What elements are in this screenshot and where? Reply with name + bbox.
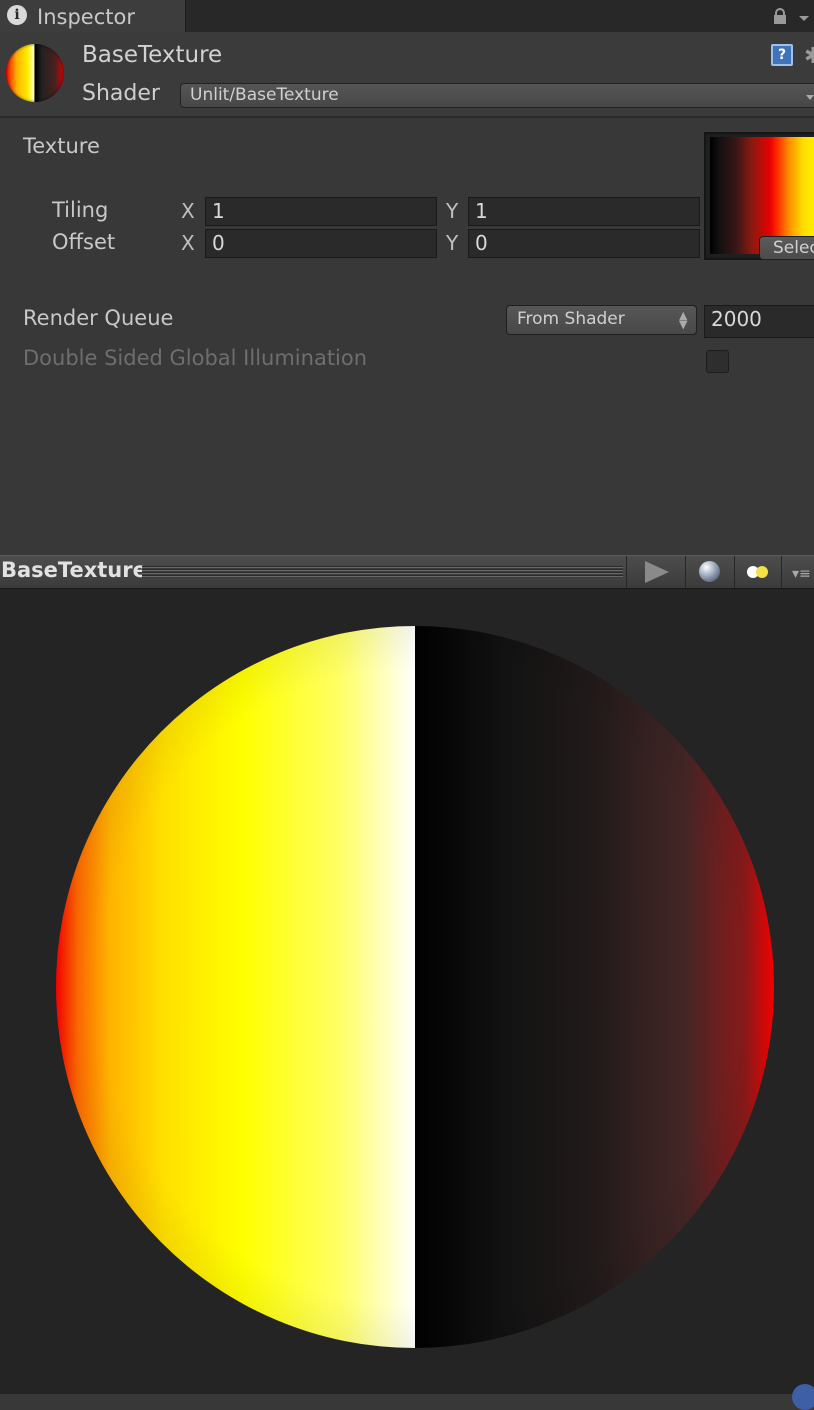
material-thumbnail bbox=[6, 44, 64, 102]
toolbar-divider bbox=[626, 556, 627, 588]
menu-icon[interactable]: ▾≡ bbox=[792, 566, 811, 582]
shader-label: Shader bbox=[82, 81, 160, 106]
play-icon[interactable] bbox=[645, 561, 669, 583]
material-name: BaseTexture bbox=[82, 42, 223, 68]
tiling-label: Tiling bbox=[52, 198, 109, 222]
tiling-x-field[interactable]: 1 bbox=[205, 197, 437, 226]
preview-title: BaseTexture bbox=[1, 558, 147, 582]
toolbar-divider bbox=[685, 556, 686, 588]
tiling-y-axis-label: Y bbox=[446, 199, 459, 223]
render-queue-value-field[interactable]: 2000 bbox=[704, 305, 814, 338]
chevron-down-icon[interactable] bbox=[799, 16, 809, 21]
help-icon[interactable]: ? bbox=[771, 44, 793, 66]
gear-icon[interactable]: ✱ bbox=[804, 44, 814, 69]
texture-label: Texture bbox=[23, 134, 100, 158]
shader-value: Unlit/BaseTexture bbox=[190, 85, 339, 105]
tiling-y-field[interactable]: 1 bbox=[468, 197, 700, 226]
offset-y-field[interactable]: 0 bbox=[468, 229, 700, 258]
offset-x-axis-label: X bbox=[181, 231, 195, 255]
corner-badge-icon bbox=[792, 1384, 814, 1410]
texture-select-button[interactable]: Select bbox=[759, 236, 814, 260]
toolbar-divider bbox=[734, 556, 735, 588]
preview-drag-handle[interactable] bbox=[142, 566, 623, 578]
render-queue-dropdown[interactable]: From Shader bbox=[506, 305, 697, 335]
render-queue-label: Render Queue bbox=[23, 306, 174, 330]
lock-icon[interactable] bbox=[772, 8, 788, 24]
chevron-down-icon bbox=[806, 95, 814, 100]
double-sided-gi-checkbox[interactable] bbox=[706, 350, 729, 373]
toolbar-divider bbox=[781, 556, 782, 588]
sphere-shading bbox=[56, 626, 774, 1348]
offset-y-axis-label: Y bbox=[446, 231, 459, 255]
double-sided-gi-label: Double Sided Global Illumination bbox=[23, 346, 368, 370]
up-down-arrows-icon: ▲ ▼ bbox=[679, 309, 688, 331]
info-icon: i bbox=[7, 5, 27, 25]
offset-x-field[interactable]: 0 bbox=[205, 229, 437, 258]
preview-sphere[interactable] bbox=[56, 626, 774, 1348]
tiling-x-axis-label: X bbox=[181, 199, 195, 223]
tab-label: Inspector bbox=[37, 5, 135, 29]
sphere-icon[interactable] bbox=[699, 561, 720, 582]
light-icon[interactable] bbox=[745, 565, 771, 579]
offset-label: Offset bbox=[52, 230, 116, 254]
